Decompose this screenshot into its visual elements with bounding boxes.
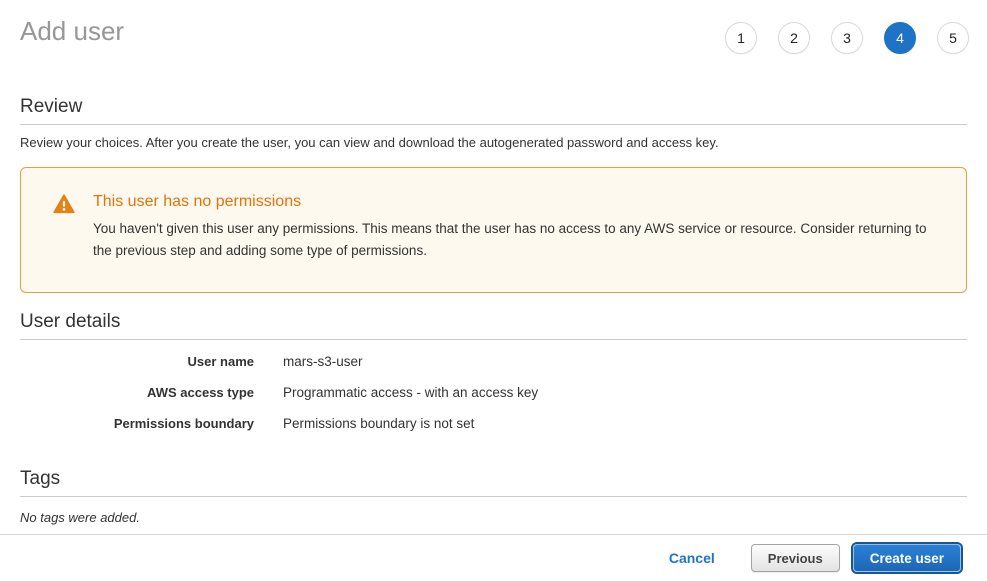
- detail-label: AWS access type: [20, 383, 254, 403]
- step-4-active[interactable]: 4: [884, 22, 916, 54]
- detail-label: User name: [20, 352, 254, 372]
- previous-button[interactable]: Previous: [751, 544, 840, 572]
- cancel-link[interactable]: Cancel: [669, 550, 715, 566]
- detail-value: Permissions boundary is not set: [283, 414, 474, 434]
- warning-body: You haven't given this user any permissi…: [93, 218, 936, 262]
- wizard-footer: Cancel Previous Create user: [0, 534, 987, 581]
- step-1[interactable]: 1: [725, 22, 757, 54]
- create-user-button[interactable]: Create user: [853, 544, 961, 572]
- detail-value: mars-s3-user: [283, 352, 363, 372]
- user-details-list: User name mars-s3-user AWS access type P…: [20, 352, 967, 434]
- step-2[interactable]: 2: [778, 22, 810, 54]
- step-3[interactable]: 3: [831, 22, 863, 54]
- wizard-header: Add user 1 2 3 4 5: [0, 0, 987, 54]
- user-details-heading: User details: [20, 311, 967, 340]
- detail-label: Permissions boundary: [20, 414, 254, 434]
- wizard-body: Review Review your choices. After you cr…: [0, 96, 987, 525]
- detail-row-access-type: AWS access type Programmatic access - wi…: [20, 383, 967, 403]
- review-description: Review your choices. After you create th…: [20, 135, 967, 150]
- warning-content: This user has no permissions You haven't…: [93, 192, 936, 262]
- review-heading: Review: [20, 96, 967, 125]
- no-permissions-warning: This user has no permissions You haven't…: [20, 167, 967, 293]
- detail-value: Programmatic access - with an access key: [283, 383, 538, 403]
- detail-row-user-name: User name mars-s3-user: [20, 352, 967, 372]
- tags-empty-message: No tags were added.: [20, 510, 967, 525]
- warning-title: This user has no permissions: [93, 192, 936, 212]
- step-5[interactable]: 5: [937, 22, 969, 54]
- detail-row-permissions-boundary: Permissions boundary Permissions boundar…: [20, 414, 967, 434]
- warning-triangle-icon: [53, 193, 75, 215]
- tags-heading: Tags: [20, 468, 967, 497]
- step-indicator: 1 2 3 4 5: [725, 16, 969, 54]
- page-title: Add user: [20, 16, 124, 46]
